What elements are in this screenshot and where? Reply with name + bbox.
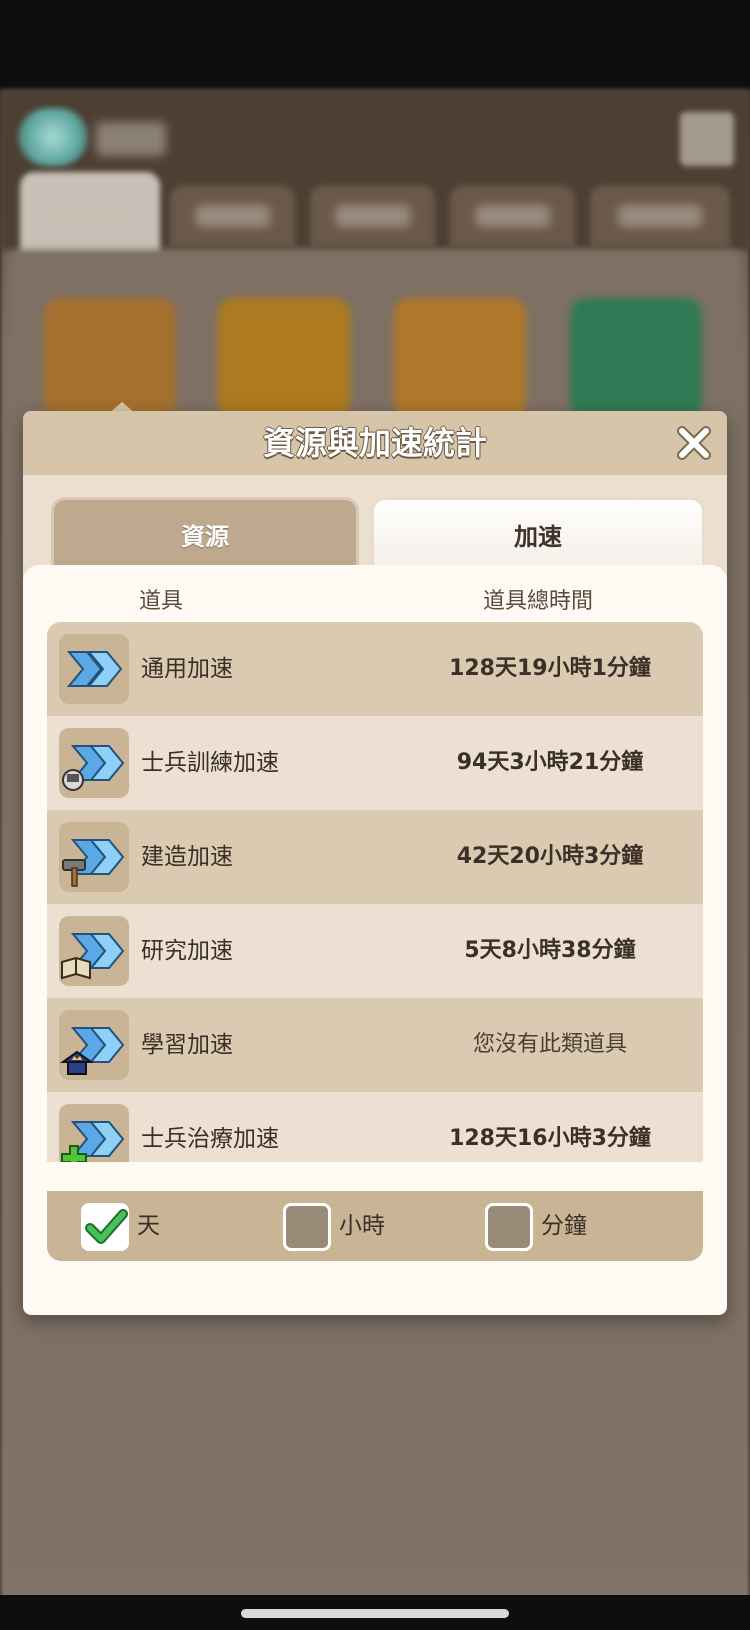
checkbox-day[interactable] [81, 1203, 129, 1251]
chevron-icon [66, 651, 123, 687]
background-resource-tile [394, 298, 526, 418]
home-indicator[interactable] [241, 1609, 509, 1618]
speedup-list: 通用加速 128天19小時1分鐘 士兵訓練加速 94天3小時21分鐘 建造加速 … [47, 622, 703, 1162]
status-bar [0, 0, 750, 90]
checkbox-hour-label: 小時 [339, 1213, 385, 1239]
list-item: 士兵訓練加速 94天3小時21分鐘 [47, 716, 703, 810]
background-resource-tile [218, 298, 350, 418]
list-item: 研究加速 5天8小時38分鐘 [47, 904, 703, 998]
building-speedup-icon [59, 822, 129, 892]
speedup-total-time: 128天16小時3分鐘 [449, 1126, 651, 1151]
speedup-total-time: 94天3小時21分鐘 [456, 750, 644, 775]
speedup-total-time: 42天20小時3分鐘 [456, 844, 644, 869]
close-button[interactable] [675, 424, 713, 462]
speedup-name: 建造加速 [141, 844, 233, 870]
column-header-item: 道具 [139, 589, 184, 614]
speedup-total-time: 您沒有此類道具 [472, 1032, 627, 1057]
unit-filter-bar: 天 小時 分鐘 [47, 1191, 703, 1261]
column-header-total-time: 道具總時間 [483, 589, 594, 614]
learning-speedup-icon [59, 1010, 129, 1080]
speedup-name: 士兵治療加速 [141, 1126, 279, 1152]
general-speedup-icon [59, 634, 129, 704]
stats-dialog: 資源與加速統計 資源 加速 道具 道具總時間 通用加速 128天19小時1分鐘 … [23, 411, 727, 1315]
training-speedup-icon [59, 728, 129, 798]
checkbox-minute-label: 分鐘 [541, 1213, 587, 1239]
list-item: 士兵治療加速 128天16小時3分鐘 [47, 1092, 703, 1162]
tab-resources[interactable]: 資源 [51, 497, 359, 571]
speedup-name: 通用加速 [141, 656, 233, 682]
background-tab [20, 172, 160, 254]
game-logo [18, 108, 88, 166]
background-tab [590, 185, 730, 247]
background-resource-tile [44, 298, 176, 418]
checkmark-icon [85, 1209, 128, 1244]
game-title-blurred [96, 122, 166, 156]
dialog-title: 資源與加速統計 [262, 424, 487, 462]
checkbox-day-label: 天 [137, 1213, 160, 1239]
speedup-total-time: 5天8小時38分鐘 [464, 938, 636, 963]
background-tab [450, 185, 575, 247]
speedup-panel: 道具 道具總時間 通用加速 128天19小時1分鐘 士兵訓練加速 94天3小時2… [23, 565, 727, 1315]
speedup-name: 學習加速 [141, 1032, 233, 1058]
checkbox-minute[interactable] [485, 1203, 533, 1251]
list-item: 學習加速 您沒有此類道具 [47, 998, 703, 1092]
menu-icon [680, 112, 734, 166]
speedup-name: 研究加速 [141, 938, 233, 964]
checkbox-hour[interactable] [283, 1203, 331, 1251]
research-speedup-icon [59, 916, 129, 986]
list-item: 通用加速 128天19小時1分鐘 [47, 622, 703, 716]
background-tab [170, 185, 295, 247]
speedup-total-time: 128天19小時1分鐘 [449, 656, 651, 681]
list-item: 建造加速 42天20小時3分鐘 [47, 810, 703, 904]
speedup-name: 士兵訓練加速 [141, 750, 279, 776]
background-tab [310, 185, 435, 247]
tab-speedup[interactable]: 加速 [371, 497, 705, 571]
close-icon [677, 426, 711, 460]
background-resource-tile [570, 298, 702, 418]
healing-speedup-icon [59, 1104, 129, 1162]
